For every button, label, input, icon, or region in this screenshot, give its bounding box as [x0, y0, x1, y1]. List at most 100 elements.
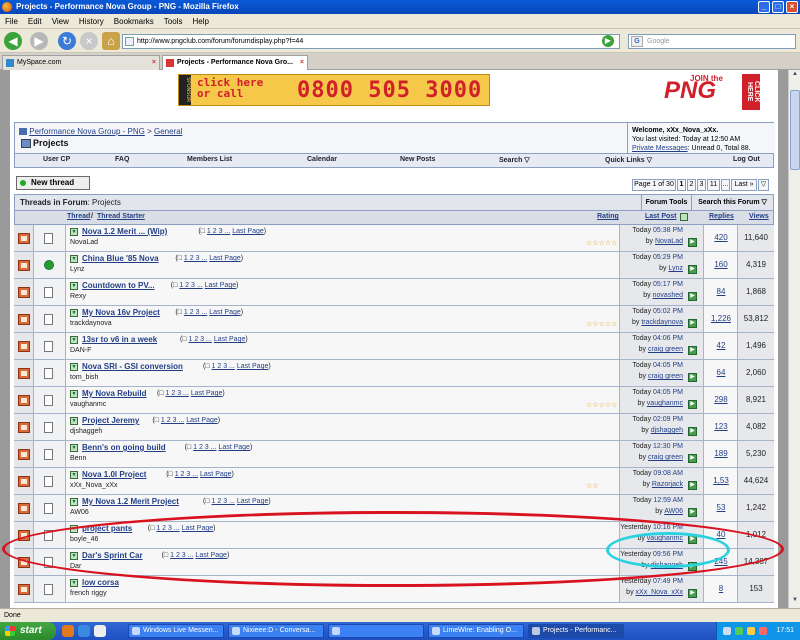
thread-page-links[interactable]: 1 2 3 ...: [212, 363, 235, 370]
thread-last-page-link[interactable]: Last Page: [209, 309, 241, 316]
page-1[interactable]: 1: [677, 179, 686, 191]
menu-bookmarks[interactable]: Bookmarks: [109, 14, 159, 29]
thread-title-link[interactable]: Countdown to PV...: [82, 281, 155, 290]
replies-count[interactable]: 160: [704, 260, 738, 269]
menu-new-posts[interactable]: New Posts: [400, 156, 435, 163]
thread-starter[interactable]: Lynz: [70, 266, 85, 273]
last-post-user-link[interactable]: vaughanmc: [647, 400, 683, 407]
page-2[interactable]: 2: [687, 179, 696, 191]
tray-icon[interactable]: [723, 627, 731, 635]
url-bar[interactable]: http://www.pngclub.com/forum/forumdispla…: [122, 34, 620, 49]
menu-members-list[interactable]: Members List: [187, 156, 232, 163]
tab-myspace[interactable]: MySpace.com ×: [2, 55, 160, 70]
last-post-user-link[interactable]: novashed: [653, 292, 683, 299]
tray-icon[interactable]: [735, 627, 743, 635]
thread-preview-icon[interactable]: ▼: [70, 228, 78, 236]
replies-count[interactable]: 53: [704, 503, 738, 512]
last-post-user-link[interactable]: Lynz: [668, 265, 683, 272]
thread-last-page-link[interactable]: Last Page: [214, 336, 246, 343]
thread-title-link[interactable]: Nova 1.0l Project: [82, 470, 146, 479]
thread-starter[interactable]: french riggy: [70, 590, 107, 597]
thread-page-links[interactable]: 1 2 3 ...: [161, 417, 184, 424]
page-menu-icon[interactable]: ▽: [758, 179, 769, 191]
thread-preview-icon[interactable]: ▼: [70, 282, 78, 290]
last-post-user-link[interactable]: djshaggeh: [651, 427, 683, 434]
menu-faq[interactable]: FAQ: [115, 156, 129, 163]
last-post-user-link[interactable]: craig green: [648, 346, 683, 353]
go-to-last-post-icon[interactable]: ▶: [688, 427, 697, 436]
replies-count[interactable]: 1,226: [704, 314, 738, 323]
menu-tools[interactable]: Tools: [159, 14, 188, 29]
thread-starter[interactable]: AW06: [70, 509, 89, 516]
task-messenger[interactable]: Windows Live Messen...: [128, 624, 224, 638]
replies-count[interactable]: 84: [704, 287, 738, 296]
thread-title-link[interactable]: low corsa: [82, 578, 119, 587]
forward-icon[interactable]: ▶: [30, 32, 48, 50]
thread-title-link[interactable]: Project Jeremy: [82, 416, 139, 425]
tab-projects[interactable]: Projects - Performance Nova Gro... ×: [162, 55, 308, 70]
thread-page-links[interactable]: 1 2 3 ...: [179, 282, 202, 289]
thread-starter[interactable]: xXx_Nova_xXx: [70, 482, 117, 489]
replies-count[interactable]: 123: [704, 422, 738, 431]
menu-history[interactable]: History: [74, 14, 109, 29]
menu-file[interactable]: File: [0, 14, 23, 29]
menu-edit[interactable]: Edit: [23, 14, 47, 29]
home-icon[interactable]: ⌂: [102, 32, 120, 50]
menu-view[interactable]: View: [47, 14, 74, 29]
thread-starter[interactable]: vaughanmc: [70, 401, 106, 408]
reload-icon[interactable]: ↻: [58, 32, 76, 50]
thread-starter[interactable]: tom_bish: [70, 374, 98, 381]
new-thread-button[interactable]: New thread: [16, 176, 90, 190]
maximize-button[interactable]: □: [772, 1, 784, 13]
scroll-down-icon[interactable]: ▼: [790, 597, 800, 607]
task-firefox-projects[interactable]: Projects - Performanc...: [528, 624, 624, 638]
page-11[interactable]: 11: [707, 179, 720, 191]
replies-count[interactable]: 1,53: [704, 476, 738, 485]
col-thread[interactable]: Thread: [67, 213, 90, 220]
scroll-up-icon[interactable]: ▲: [790, 71, 800, 81]
task-limewire[interactable]: LimeWire: Enabling O...: [428, 624, 524, 638]
thread-preview-icon[interactable]: ▼: [70, 390, 78, 398]
breadcrumb-section[interactable]: General: [154, 127, 182, 136]
last-post-user-link[interactable]: craig green: [648, 373, 683, 380]
thread-title-link[interactable]: China Blue '85 Nova: [82, 254, 159, 263]
thread-title-link[interactable]: Nova SRI - GSI conversion: [82, 362, 183, 371]
menu-log-out[interactable]: Log Out: [733, 156, 760, 163]
last-post-user-link[interactable]: xXx_Nova_xXx: [636, 589, 683, 596]
thread-last-page-link[interactable]: Last Page: [205, 282, 237, 289]
thread-title-link[interactable]: My Nova Rebuild: [82, 389, 146, 398]
sponsor-banner[interactable]: SPONSOR click here or call 0800 505 3000: [178, 74, 490, 106]
go-to-last-post-icon[interactable]: ▶: [688, 373, 697, 382]
go-to-last-post-icon[interactable]: ▶: [688, 292, 697, 301]
go-to-last-post-icon[interactable]: ▶: [688, 454, 697, 463]
col-replies[interactable]: Replies: [709, 213, 734, 220]
thread-page-links[interactable]: 1 2 3 ...: [175, 471, 198, 478]
go-to-last-post-icon[interactable]: ▶: [688, 508, 697, 517]
tab-close-icon[interactable]: ×: [300, 56, 304, 70]
menu-search[interactable]: Search ▽: [499, 156, 530, 164]
thread-starter[interactable]: trackdaynova: [70, 320, 112, 327]
sort-icon[interactable]: [680, 213, 688, 221]
stop-icon[interactable]: ×: [80, 32, 98, 50]
last-post-user-link[interactable]: trackdaynova: [641, 319, 683, 326]
thread-preview-icon[interactable]: ▼: [70, 417, 78, 425]
replies-count[interactable]: 420: [704, 233, 738, 242]
thread-preview-icon[interactable]: ▼: [70, 444, 78, 452]
thread-page-links[interactable]: 1 2 3 ...: [193, 444, 216, 451]
go-to-last-post-icon[interactable]: ▶: [688, 319, 697, 328]
col-views[interactable]: Views: [749, 213, 769, 220]
scroll-thumb[interactable]: [790, 90, 800, 170]
go-to-last-post-icon[interactable]: ▶: [688, 346, 697, 355]
png-join-banner[interactable]: JOIN the PNG CLICK HERE: [660, 74, 762, 110]
thread-page-links[interactable]: 1 2 3 ...: [184, 255, 207, 262]
col-rating[interactable]: Rating: [597, 213, 619, 220]
thread-starter[interactable]: Benn: [70, 455, 86, 462]
last-post-user-link[interactable]: NovaLad: [655, 238, 683, 245]
thread-page-links[interactable]: 1 2 3 ...: [184, 309, 207, 316]
thread-last-page-link[interactable]: Last Page: [237, 363, 269, 370]
thread-last-page-link[interactable]: Last Page: [232, 228, 264, 235]
page-3[interactable]: 3: [697, 179, 706, 191]
thread-preview-icon[interactable]: ▼: [70, 471, 78, 479]
replies-count[interactable]: 189: [704, 449, 738, 458]
search-forum-button[interactable]: Search this Forum ▽: [691, 195, 773, 210]
